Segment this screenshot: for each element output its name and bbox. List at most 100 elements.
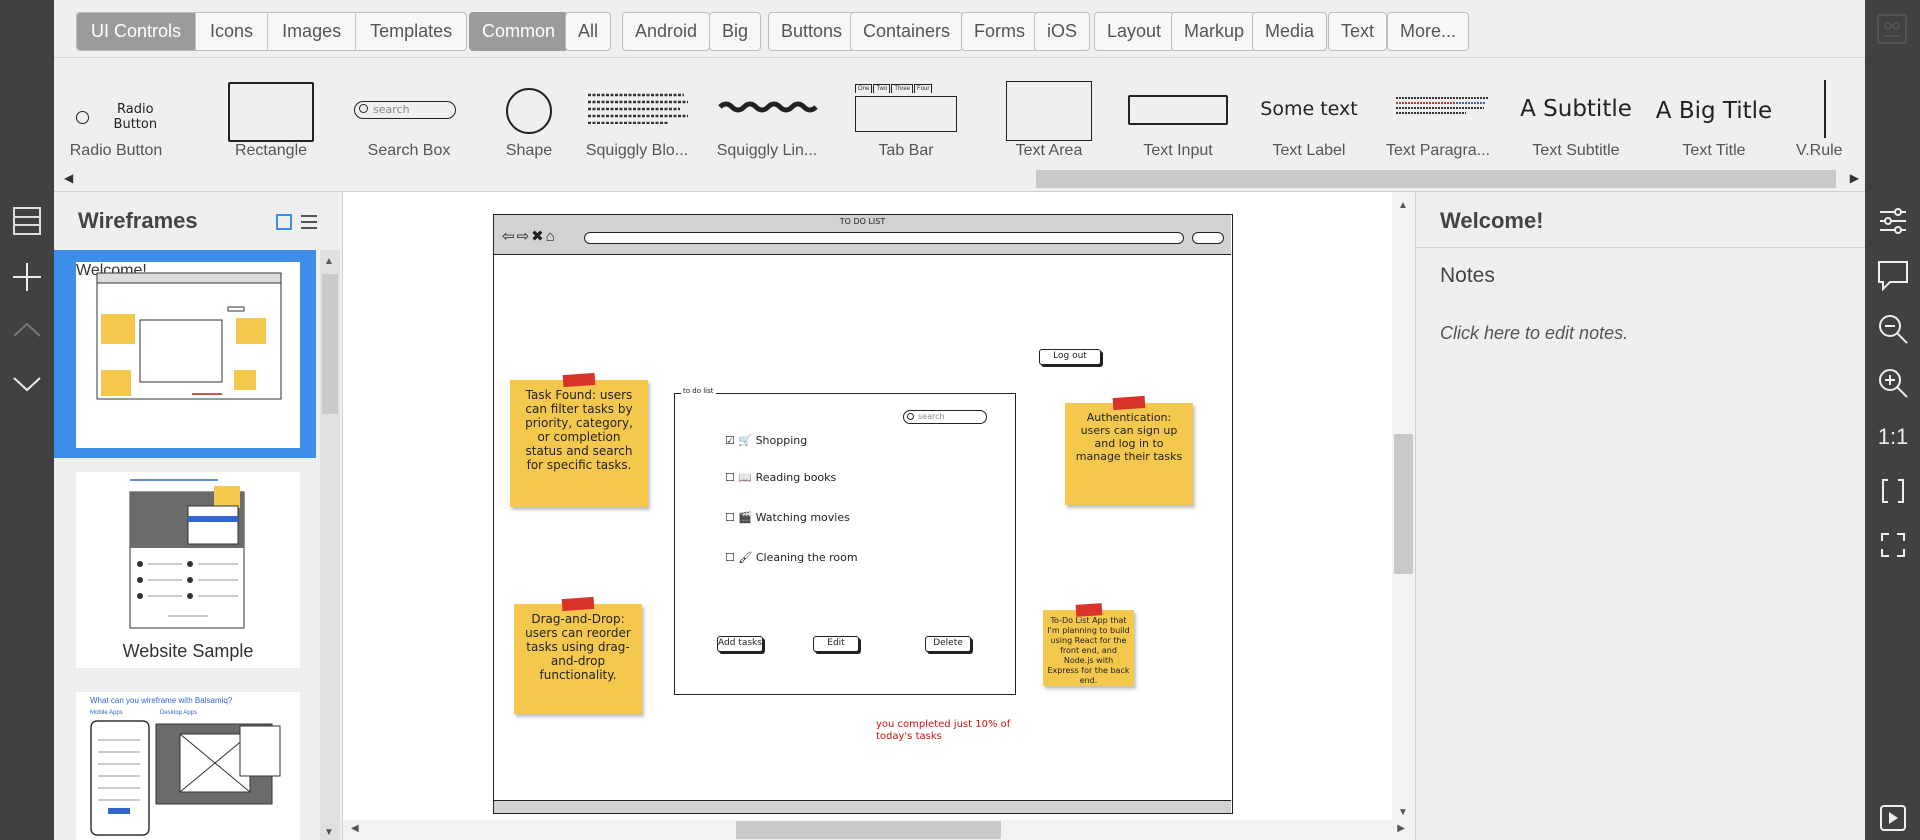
control-text-paragraph[interactable]: Text Paragra...	[1380, 58, 1496, 172]
control-tab-bar[interactable]: One Two Three Four Tab Bar	[844, 58, 968, 172]
scroll-right-icon[interactable]: ▶	[1850, 171, 1859, 185]
filter-common[interactable]: Common	[469, 12, 569, 51]
sticky-drag-and-drop[interactable]: Drag-and-Drop: users can reorder tasks u…	[514, 596, 642, 714]
filter-big[interactable]: Big	[709, 12, 762, 51]
wireframes-scrollbar[interactable]: ▲ ▼	[320, 250, 340, 840]
scroll-up-icon[interactable]: ▲	[324, 256, 334, 267]
scroll-down-icon[interactable]: ▼	[1398, 807, 1408, 818]
control-v-rule[interactable]: V.Rule	[1790, 58, 1865, 172]
filter-more[interactable]: More...	[1387, 12, 1470, 51]
filter-containers[interactable]: Containers	[850, 12, 964, 51]
wireframes-list-icon[interactable]	[8, 202, 46, 240]
scroll-up-icon[interactable]: ▲	[1398, 200, 1408, 211]
filter-media[interactable]: Media	[1252, 12, 1328, 51]
actual-size-button[interactable]: 1:1	[1874, 418, 1912, 456]
filter-layout[interactable]: Layout	[1094, 12, 1175, 51]
filter-all[interactable]: All	[565, 12, 612, 51]
zoom-in-icon[interactable]	[1874, 364, 1912, 402]
library-scrollbar[interactable]: ◀ ▶	[54, 168, 1865, 190]
wireframe-item-website-sample[interactable]: Website Sample	[76, 472, 300, 668]
zoom-out-icon[interactable]	[1874, 310, 1912, 348]
control-squiggly-block[interactable]: Squiggly Blo...	[572, 58, 702, 172]
filter-markup[interactable]: Markup	[1171, 12, 1258, 51]
add-icon[interactable]	[8, 258, 46, 296]
library-scroll-thumb[interactable]	[1036, 170, 1836, 188]
filter-text[interactable]: Text	[1328, 12, 1388, 51]
top-left-rail	[0, 0, 54, 192]
task-label: Cleaning the room	[755, 551, 858, 564]
notes-wireframe-title: Welcome!	[1440, 208, 1544, 233]
tab-images[interactable]: Images	[268, 13, 357, 50]
tab-templates[interactable]: Templates	[356, 13, 466, 50]
control-text-title[interactable]: A Big Title Text Title	[1654, 58, 1774, 172]
control-text-subtitle[interactable]: A Subtitle Text Subtitle	[1516, 58, 1636, 172]
comment-icon[interactable]	[1874, 256, 1912, 294]
add-tasks-button[interactable]: Add tasks	[717, 636, 763, 652]
canvas-vertical-scrollbar[interactable]: ▲ ▼	[1392, 192, 1415, 820]
delete-button[interactable]: Delete	[925, 636, 971, 652]
control-squiggly-line[interactable]: Squiggly Lin...	[702, 58, 832, 172]
task-watching-movies[interactable]: ☐ 🎬 Watching movies	[725, 511, 850, 524]
fullscreen-icon[interactable]	[1874, 526, 1912, 564]
squiggly-block-preview	[588, 93, 688, 124]
control-label: V.Rule	[1796, 142, 1843, 159]
tab-icons[interactable]: Icons	[196, 13, 269, 50]
sticky-text: Task Found: users can filter tasks by pr…	[525, 388, 633, 472]
task-cleaning-room[interactable]: ☐ 🖌 Cleaning the room	[725, 551, 858, 564]
tab-preview: Four	[914, 84, 933, 93]
play-presentation-icon[interactable]	[1874, 802, 1912, 840]
scroll-right-icon[interactable]: ▶	[1397, 823, 1405, 834]
task-reading-books[interactable]: ☐ 📖 Reading books	[725, 471, 836, 484]
tab-preview: Three	[891, 84, 914, 93]
filter-forms[interactable]: Forms	[961, 12, 1038, 51]
control-text-label[interactable]: Some text Text Label	[1254, 58, 1364, 172]
fit-selection-icon[interactable]	[1874, 472, 1912, 510]
task-shopping[interactable]: ☑ 🛒 Shopping	[725, 434, 807, 447]
move-down-icon[interactable]	[8, 364, 46, 402]
sticky-authentication[interactable]: Authentication: users can sign up and lo…	[1065, 395, 1193, 505]
todo-list-panel[interactable]: to do list search ☑ 🛒 Shopping ☐ 📖 Readi…	[674, 387, 1016, 695]
canvas-vscroll-thumb[interactable]	[1394, 434, 1413, 574]
filter-buttons[interactable]: Buttons	[768, 12, 856, 51]
filter-ios[interactable]: iOS	[1034, 12, 1091, 51]
control-radio-button[interactable]: Radio Button Radio Button	[56, 58, 176, 172]
tab-ui-controls[interactable]: UI Controls	[77, 13, 197, 50]
control-text-input[interactable]: Text Input	[1118, 58, 1238, 172]
edit-button[interactable]: Edit	[813, 636, 859, 652]
scroll-left-icon[interactable]: ◀	[64, 171, 73, 185]
todo-search-box[interactable]: search	[903, 410, 987, 424]
sticky-tape	[562, 372, 596, 388]
wireframe-item-sample[interactable]: What can you wireframe with Balsamiq? Mo…	[76, 692, 300, 840]
scroll-left-icon[interactable]: ◀	[351, 823, 359, 834]
browser-window-mockup[interactable]: TO DO LIST ⇦⇨✖⌂ Log out Task Found: user…	[493, 214, 1233, 814]
sticky-tech-stack[interactable]: To-Do List App that I'm planning to buil…	[1043, 603, 1134, 686]
control-text-area[interactable]: Text Area	[994, 58, 1104, 172]
ui-library: UI Controls Icons Images Templates Commo…	[54, 0, 1907, 192]
category-tabs: UI Controls Icons Images Templates	[76, 12, 468, 51]
control-label: Text Subtitle	[1532, 142, 1620, 159]
thumbnail-view-icon[interactable]	[276, 214, 292, 230]
control-shape[interactable]: Shape	[484, 58, 574, 172]
canvas-hscroll-thumb[interactable]	[736, 821, 1001, 839]
logout-button[interactable]: Log out	[1039, 349, 1101, 365]
filter-android[interactable]: Android	[622, 12, 711, 51]
library-icon[interactable]	[1877, 14, 1907, 44]
radio-icon	[76, 110, 89, 124]
sticky-task-found[interactable]: Task Found: users can filter tasks by pr…	[510, 372, 648, 507]
control-search-box[interactable]: search Search Box	[344, 58, 474, 172]
settings-sliders-icon[interactable]	[1874, 202, 1912, 240]
browser-status-bar	[494, 800, 1231, 813]
list-view-icon[interactable]	[300, 213, 318, 231]
canvas[interactable]: TO DO LIST ⇦⇨✖⌂ Log out Task Found: user…	[343, 192, 1415, 840]
notes-placeholder[interactable]: Click here to edit notes.	[1440, 323, 1628, 344]
search-box-placeholder: search	[373, 103, 410, 116]
notes-heading: Notes	[1440, 264, 1495, 287]
control-rectangle[interactable]: Rectangle	[216, 58, 326, 172]
canvas-horizontal-scrollbar[interactable]: ◀ ▶	[343, 820, 1415, 840]
sticky-text: To-Do List App that I'm planning to buil…	[1047, 616, 1130, 685]
control-label: Squiggly Blo...	[585, 142, 689, 159]
wireframe-item-welcome[interactable]: Welcome!	[54, 250, 316, 458]
scroll-down-icon[interactable]: ▼	[324, 827, 334, 838]
move-up-icon[interactable]	[8, 312, 46, 350]
wireframes-scroll-thumb[interactable]	[322, 274, 338, 414]
